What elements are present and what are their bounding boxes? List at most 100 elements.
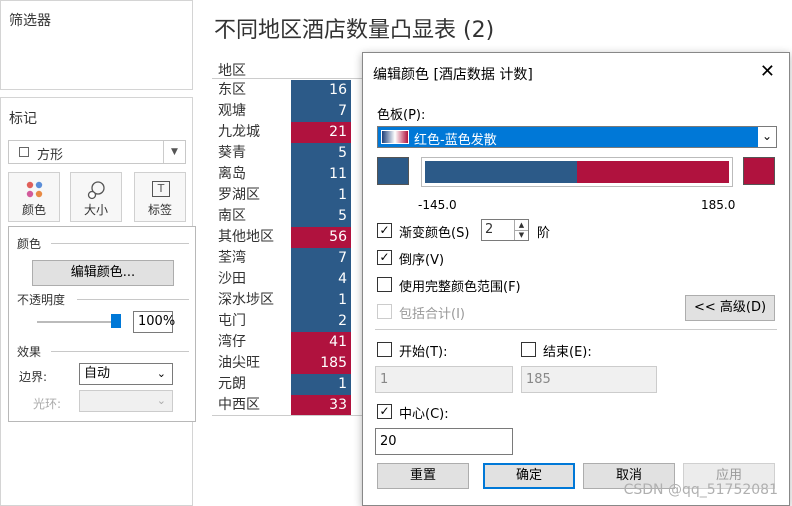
ok-button[interactable]: 确定 [483, 463, 575, 489]
header-divider [212, 78, 362, 79]
row-value-cell[interactable]: 5 [291, 143, 351, 164]
opacity-section-header: 不透明度 [17, 293, 66, 307]
table-bottom-divider [212, 415, 362, 416]
row-label: 罗湖区 [218, 187, 260, 203]
row-label: 九龙城 [218, 124, 260, 140]
row-value-cell[interactable]: 21 [291, 122, 351, 143]
row-value-cell[interactable]: 7 [291, 248, 351, 269]
end-label: 结束(E): [543, 345, 592, 360]
row-value-cell[interactable]: 41 [291, 332, 351, 353]
include-totals-checkbox [377, 304, 392, 319]
opacity-value-field[interactable]: 100% [133, 311, 175, 333]
size-shapes-icon [87, 181, 105, 200]
start-value-field: 1 [375, 366, 513, 393]
watermark-text: CSDN @qq_51752081 [623, 482, 778, 498]
reset-button[interactable]: 重置 [377, 463, 469, 489]
marks-title: 标记 [9, 111, 37, 127]
palette-gradient-icon [381, 130, 409, 144]
start-checkbox[interactable] [377, 342, 392, 357]
color-dots-icon [26, 181, 43, 198]
steps-unit-label: 阶 [537, 226, 551, 241]
opacity-slider-thumb[interactable] [111, 314, 121, 328]
halo-label: 光环: [33, 397, 62, 411]
row-label: 葵青 [218, 145, 246, 161]
chevron-down-icon: ⌄ [156, 394, 166, 407]
close-icon[interactable]: ✕ [760, 61, 775, 82]
row-label: 元朗 [218, 376, 246, 392]
start-label: 开始(T): [399, 345, 448, 360]
stepped-color-checkbox[interactable]: ✓ [377, 223, 392, 238]
row-label: 东区 [218, 82, 246, 98]
center-label: 中心(C): [399, 407, 449, 422]
size-card-label: 大小 [83, 203, 108, 217]
opacity-slider-track [37, 321, 121, 323]
label-card-label: 标签 [147, 203, 172, 217]
square-icon [19, 147, 29, 157]
palette-select[interactable]: 红色-蓝色发散 ⌄ [377, 126, 777, 148]
range-bar-blue-segment [425, 161, 577, 183]
row-value-cell[interactable]: 56 [291, 227, 351, 248]
full-range-checkbox[interactable] [377, 277, 392, 292]
chevron-down-icon: ⌄ [156, 367, 166, 380]
row-value-cell[interactable]: 11 [291, 164, 351, 185]
color-popover: 颜色 编辑颜色... 不透明度 100% 效果 边界: 自动 ⌄ 光环: ⌄ [8, 226, 196, 422]
filters-title: 筛选器 [9, 13, 51, 29]
chevron-down-icon: ⌄ [758, 127, 776, 147]
row-label: 深水埗区 [218, 292, 274, 308]
reversed-checkbox[interactable]: ✓ [377, 250, 392, 265]
color-card-button[interactable]: 颜色 [8, 172, 60, 222]
mark-type-dropdown[interactable]: 方形 ▼ [8, 140, 186, 164]
row-label: 屯门 [218, 313, 246, 329]
row-value-cell[interactable]: 185 [291, 353, 351, 374]
reversed-label: 倒序(V) [399, 253, 445, 268]
end-checkbox[interactable] [521, 342, 536, 357]
end-color-swatch[interactable] [743, 157, 775, 185]
row-value-cell[interactable]: 5 [291, 206, 351, 227]
row-value-cell[interactable]: 33 [291, 395, 351, 416]
advanced-button[interactable]: << 高级(D) [685, 295, 775, 321]
border-select[interactable]: 自动 ⌄ [79, 363, 173, 385]
start-color-swatch[interactable] [377, 157, 409, 185]
color-section-header: 颜色 [17, 237, 42, 251]
row-value-cell[interactable]: 1 [291, 185, 351, 206]
opacity-slider[interactable] [37, 313, 121, 329]
steps-value: 2 [485, 222, 494, 237]
row-value-cell[interactable]: 1 [291, 374, 351, 395]
halo-select: ⌄ [79, 390, 173, 412]
dialog-divider [375, 329, 777, 330]
text-t-icon: T [152, 181, 170, 197]
color-card-label: 颜色 [21, 203, 46, 217]
stepper-down-icon[interactable]: ▼ [514, 230, 528, 240]
row-label: 荃湾 [218, 250, 246, 266]
border-select-value: 自动 [84, 366, 111, 381]
label-card-button[interactable]: T 标签 [134, 172, 186, 222]
steps-stepper[interactable]: 2 ▲ ▼ [481, 219, 529, 241]
sheet-title: 不同地区酒店数量凸显表 (2) [214, 18, 495, 43]
dropdown-arrow-icon: ▼ [163, 141, 185, 163]
center-checkbox[interactable]: ✓ [377, 404, 392, 419]
end-value-field: 185 [521, 366, 657, 393]
row-value-cell[interactable]: 16 [291, 80, 351, 101]
edit-color-button[interactable]: 编辑颜色... [32, 260, 174, 286]
row-label: 湾仔 [218, 334, 246, 350]
filters-panel: 筛选器 [0, 0, 193, 90]
row-label: 南区 [218, 208, 246, 224]
row-value-cell[interactable]: 7 [291, 101, 351, 122]
row-label: 油尖旺 [218, 355, 260, 371]
stepper-up-icon[interactable]: ▲ [514, 220, 528, 230]
row-value-cell[interactable]: 1 [291, 290, 351, 311]
row-value-cell[interactable]: 4 [291, 269, 351, 290]
column-header-region: 地区 [218, 63, 246, 79]
range-max-label: 185.0 [701, 198, 736, 212]
border-label: 边界: [19, 370, 48, 384]
row-label: 离岛 [218, 166, 246, 182]
effects-section-header: 效果 [17, 345, 42, 359]
color-range-bar [421, 157, 733, 187]
range-min-label: -145.0 [418, 198, 457, 212]
row-label: 其他地区 [218, 229, 274, 245]
row-value-cell[interactable]: 2 [291, 311, 351, 332]
center-value-field[interactable]: 20 [375, 428, 513, 455]
mark-type-label: 方形 [37, 148, 64, 163]
palette-label: 色板(P): [377, 108, 426, 123]
size-card-button[interactable]: 大小 [70, 172, 122, 222]
